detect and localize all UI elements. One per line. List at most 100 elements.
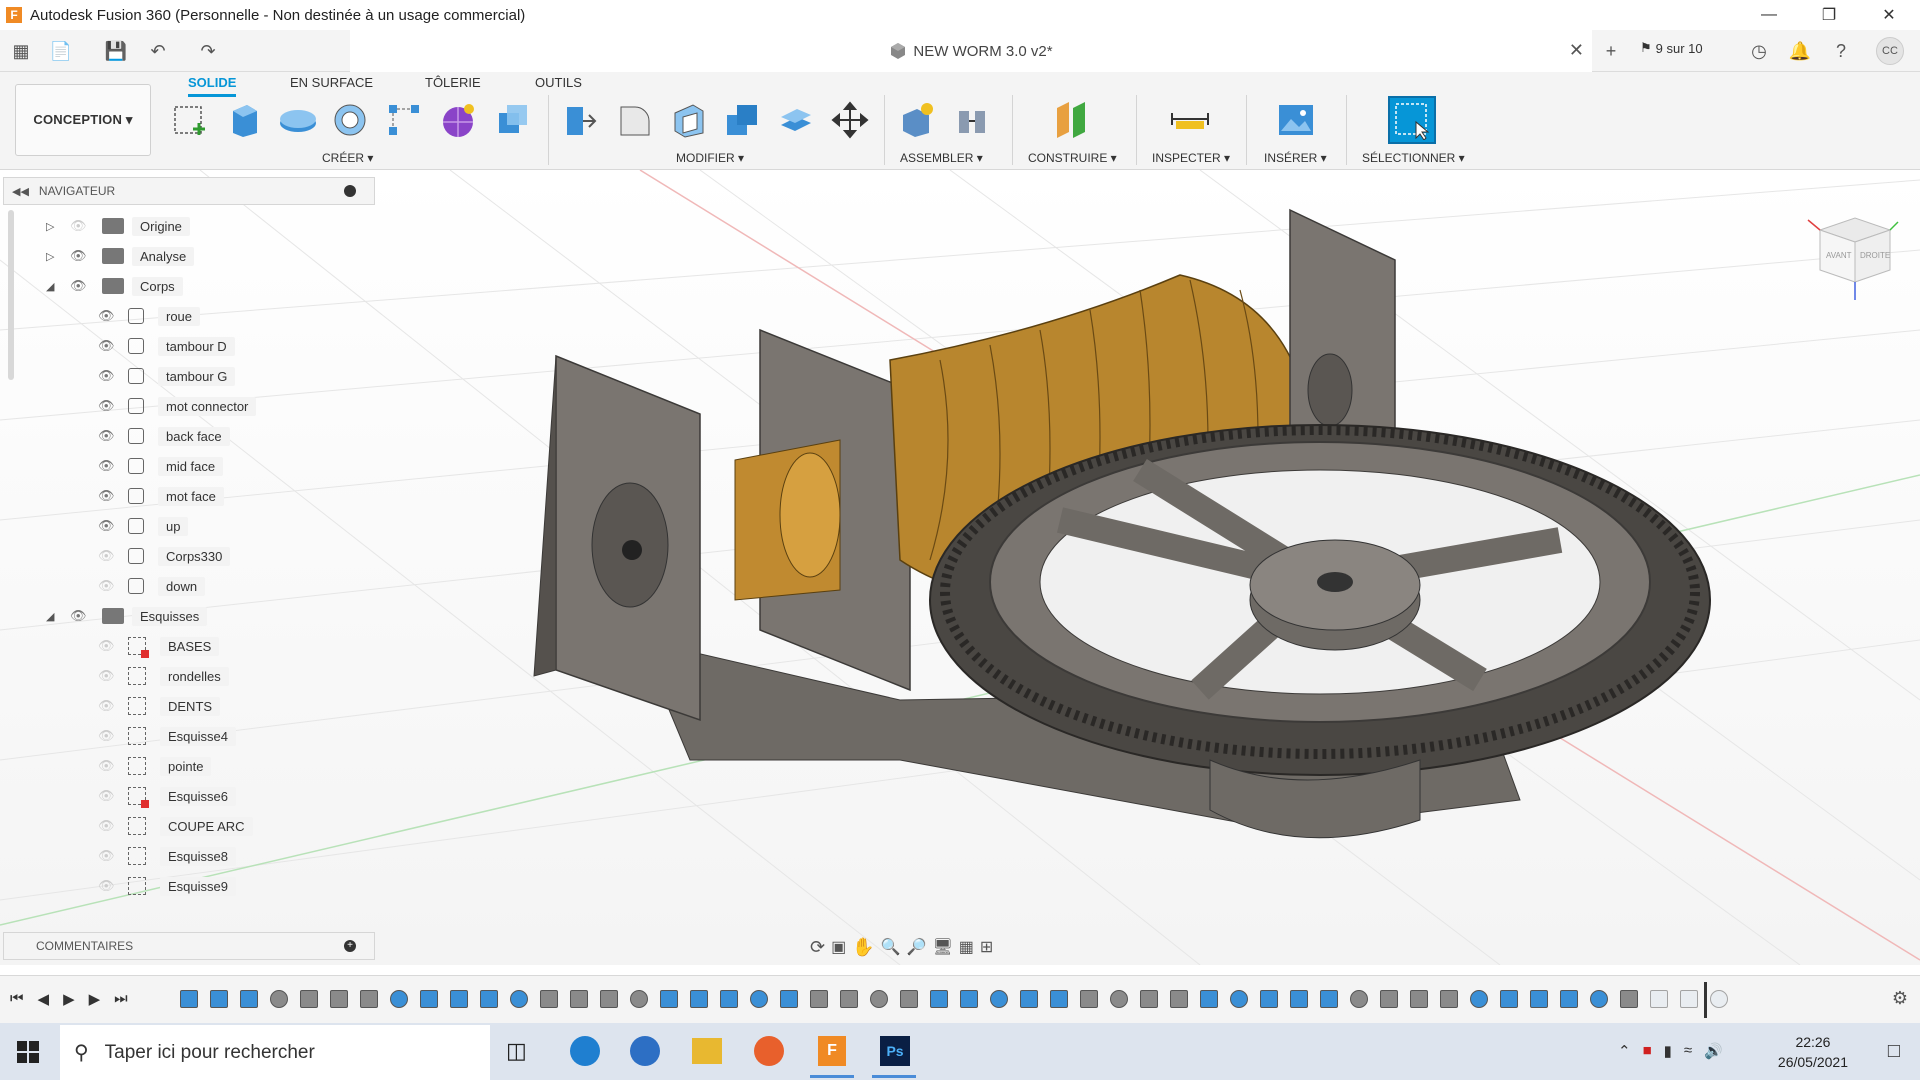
timeline-feature-icon[interactable] [1410, 990, 1428, 1008]
expand-arrow-icon[interactable]: ▷ [46, 220, 60, 233]
tab-outils[interactable]: OUTILS [535, 75, 582, 94]
timeline-feature-icon[interactable] [870, 990, 888, 1008]
timeline-feature-icon[interactable] [450, 990, 468, 1008]
task-view-icon[interactable]: ◫ [506, 1038, 527, 1064]
timeline-feature-icon[interactable] [1320, 990, 1338, 1008]
undo-icon[interactable]: ↶ [145, 38, 171, 64]
visibility-eye-icon[interactable]: 👁 [98, 338, 120, 354]
timeline-feature-icon[interactable] [390, 990, 408, 1008]
timeline-feature-icon[interactable] [1350, 990, 1368, 1008]
timeline-feature-icon[interactable] [1020, 990, 1038, 1008]
tree-body-item[interactable]: 👁 Corps330 [98, 544, 231, 568]
look-at-icon[interactable]: ▣ [831, 937, 846, 957]
revolve-icon[interactable] [278, 100, 318, 140]
timeline-start-icon[interactable]: ⏮ [10, 990, 24, 1008]
timeline-feature-icon[interactable] [570, 990, 588, 1008]
timeline-feature-icon[interactable] [1110, 990, 1128, 1008]
move-copy-icon[interactable] [830, 100, 870, 140]
new-component-icon[interactable] [898, 100, 938, 140]
collapse-panel-icon[interactable]: ◀◀ [12, 185, 29, 198]
timeline-feature-icon[interactable] [1200, 990, 1218, 1008]
timeline-feature-icon[interactable] [960, 990, 978, 1008]
chrome-icon[interactable] [630, 1036, 660, 1066]
tree-folder-corps[interactable]: ◢ 👁 Corps [46, 274, 183, 298]
tree-sketch-item[interactable]: 👁 pointe [98, 754, 212, 778]
derive-icon[interactable] [492, 100, 532, 140]
display-settings-icon[interactable]: 🖥 [932, 937, 952, 957]
timeline-feature-icon[interactable] [1590, 990, 1608, 1008]
notifications-bell-icon[interactable]: 🔔 [1787, 38, 1813, 64]
timeline-features[interactable] [180, 988, 1740, 1012]
file-menu-icon[interactable]: 📄 [48, 38, 74, 64]
tree-sketch-item[interactable]: 👁 COUPE ARC [98, 814, 253, 838]
edge-browser-icon[interactable] [570, 1036, 600, 1066]
grid-settings-icon[interactable]: ▦ [959, 937, 974, 957]
document-tab[interactable]: NEW WORM 3.0 v2* ✕ [350, 30, 1592, 72]
timeline-feature-icon[interactable] [1080, 990, 1098, 1008]
restore-button[interactable]: ❐ [1806, 0, 1852, 30]
visibility-eye-off-icon[interactable]: 👁 [98, 548, 120, 564]
modify-group-label[interactable]: MODIFIER ▾ [676, 151, 744, 165]
timeline-feature-icon[interactable] [720, 990, 738, 1008]
timeline-feature-icon[interactable] [750, 990, 768, 1008]
fit-zoom-icon[interactable]: 🔎 [907, 937, 927, 957]
visibility-eye-off-icon[interactable]: 👁 [98, 698, 120, 714]
timeline-feature-icon[interactable] [1530, 990, 1548, 1008]
timeline-feature-icon[interactable] [480, 990, 498, 1008]
wifi-icon[interactable]: ≈ [1684, 1042, 1692, 1060]
user-avatar[interactable]: CC [1876, 37, 1904, 65]
timeline-feature-icon[interactable] [1230, 990, 1248, 1008]
visibility-eye-icon[interactable]: 👁 [98, 368, 120, 384]
measure-icon[interactable] [1170, 100, 1210, 140]
timeline-feature-icon[interactable] [1500, 990, 1518, 1008]
tab-tolerie[interactable]: TÔLERIE [425, 75, 481, 94]
timeline-feature-icon[interactable] [210, 990, 228, 1008]
tree-body-item[interactable]: 👁 down [98, 574, 206, 598]
shell-icon[interactable] [668, 100, 708, 140]
pan-hand-icon[interactable]: ✋ [852, 937, 874, 958]
timeline-feature-icon[interactable] [630, 990, 648, 1008]
timeline-feature-icon[interactable] [900, 990, 918, 1008]
timeline-feature-icon[interactable] [1710, 990, 1728, 1008]
timeline-feature-icon[interactable] [930, 990, 948, 1008]
tree-sketch-item[interactable]: 👁 Esquisse6 [98, 784, 236, 808]
visibility-eye-icon[interactable]: 👁 [98, 398, 120, 414]
timeline-feature-icon[interactable] [1560, 990, 1578, 1008]
visibility-eye-icon[interactable]: 👁 [70, 278, 94, 294]
visibility-eye-off-icon[interactable]: 👁 [98, 878, 120, 894]
tree-body-item[interactable]: 👁 mot connector [98, 394, 257, 418]
tree-body-item[interactable]: 👁 roue [98, 304, 201, 328]
notification-center-icon[interactable]: □ [1888, 1040, 1900, 1063]
close-window-button[interactable]: ✕ [1866, 0, 1912, 30]
tree-body-item[interactable]: 👁 back face [98, 424, 230, 448]
tree-sketch-item[interactable]: 👁 rondelles [98, 664, 229, 688]
visibility-eye-off-icon[interactable]: 👁 [98, 728, 120, 744]
insert-canvas-image-icon[interactable] [1276, 100, 1316, 140]
collapse-arrow-icon[interactable]: ◢ [46, 610, 60, 623]
photoshop-icon[interactable]: Ps [880, 1036, 910, 1066]
visibility-eye-icon[interactable]: 👁 [98, 308, 120, 324]
timeline-feature-icon[interactable] [300, 990, 318, 1008]
timeline-step-forward-icon[interactable]: ▶ [89, 990, 101, 1008]
navigator-header[interactable]: ◀◀ NAVIGATEUR [3, 177, 375, 205]
press-pull-icon[interactable] [560, 100, 600, 140]
select-group-label[interactable]: SÉLECTIONNER ▾ [1362, 151, 1465, 165]
timeline-feature-icon[interactable] [840, 990, 858, 1008]
sweep-icon[interactable] [330, 100, 370, 140]
tab-en-surface[interactable]: EN SURFACE [290, 75, 373, 94]
visibility-eye-off-icon[interactable]: 👁 [98, 818, 120, 834]
visibility-eye-icon[interactable]: 👁 [70, 248, 94, 264]
taskbar-clock[interactable]: 22:26 26/05/2021 [1778, 1032, 1848, 1072]
file-explorer-icon[interactable] [692, 1038, 722, 1064]
timeline-feature-icon[interactable] [1440, 990, 1458, 1008]
visibility-eye-off-icon[interactable]: 👁 [98, 578, 120, 594]
volume-icon[interactable]: 🔊 [1704, 1042, 1723, 1060]
navigator-scrollbar[interactable] [8, 210, 14, 380]
assemble-group-label[interactable]: ASSEMBLER ▾ [900, 151, 983, 165]
visibility-eye-off-icon[interactable]: 👁 [98, 668, 120, 684]
timeline-play-icon[interactable]: ▶ [63, 990, 75, 1008]
timeline-feature-icon[interactable] [1680, 990, 1698, 1008]
tree-sketch-item[interactable]: 👁 Esquisse4 [98, 724, 236, 748]
tree-body-item[interactable]: 👁 mot face [98, 484, 224, 508]
timeline-feature-icon[interactable] [1470, 990, 1488, 1008]
